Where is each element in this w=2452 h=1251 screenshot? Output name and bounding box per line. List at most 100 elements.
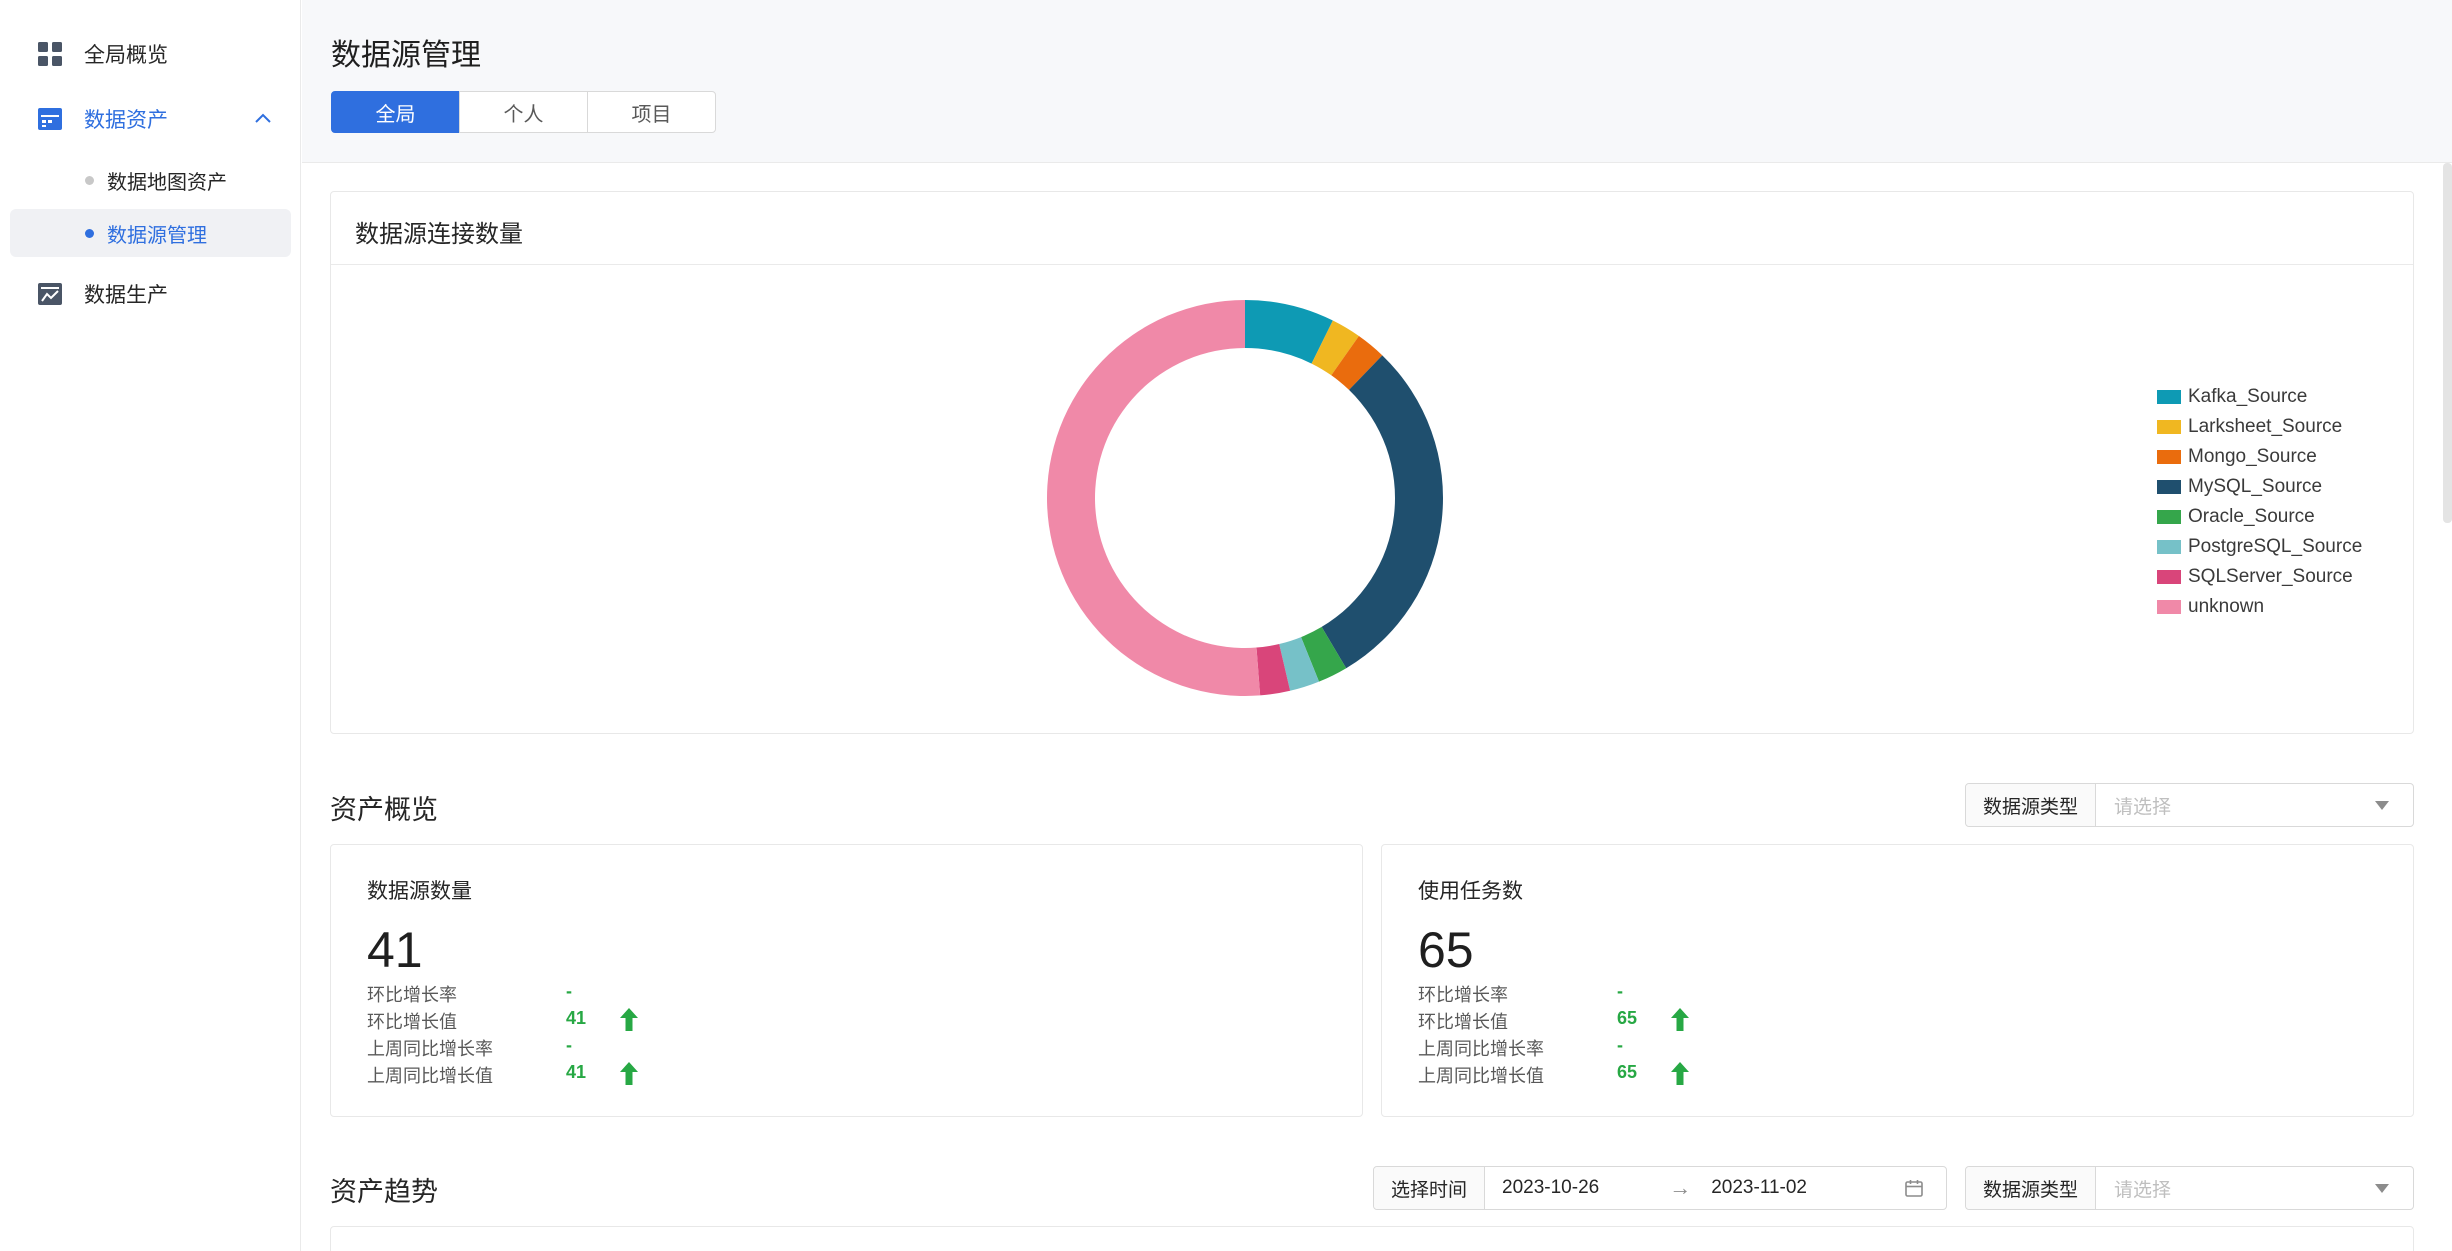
sidebar-subitem-label: 数据地图资产 (107, 171, 227, 194)
stat-row-value: - (566, 1035, 572, 1055)
stat-card-datasource-count: 数据源数量 41 环比增长率 - 环比增长值 41 上周同比增长率 - 上周同比… (330, 844, 1363, 1117)
legend-item[interactable]: PostgreSQL_Source (2157, 532, 2362, 562)
stat-row: 上周同比增长率 - (1418, 1035, 1818, 1062)
legend-item[interactable]: Mongo_Source (2157, 442, 2362, 472)
stat-row: 上周同比增长值 65 (1418, 1062, 1818, 1089)
arrow-up-icon (620, 1008, 638, 1031)
sidebar-subitem-datasource-management[interactable]: 数据源管理 (10, 209, 291, 257)
stat-value: 41 (367, 922, 423, 978)
legend-label: Mongo_Source (2188, 446, 2317, 467)
legend-item[interactable]: Oracle_Source (2157, 502, 2362, 532)
stat-row-label: 上周同比增长率 (367, 1039, 493, 1059)
donut-slice-unknown[interactable] (1047, 300, 1261, 696)
legend-label: Kafka_Source (2188, 386, 2308, 407)
select-placeholder: 请选择 (2114, 1179, 2172, 1201)
stat-row: 环比增长率 - (367, 981, 767, 1008)
legend-label: SQLServer_Source (2188, 566, 2353, 587)
scope-tabs: 全局 个人 项目 (331, 91, 716, 133)
tab-project[interactable]: 项目 (587, 91, 716, 133)
date-range-picker[interactable]: 选择时间 2023-10-26 → 2023-11-02 (1373, 1166, 1947, 1210)
page-title: 数据源管理 (331, 39, 481, 72)
tab-personal[interactable]: 个人 (459, 91, 588, 133)
legend-label: MySQL_Source (2188, 476, 2323, 497)
bullet-dot (85, 228, 94, 238)
trend-section-title: 资产趋势 (330, 1177, 438, 1207)
page-header: 数据源管理 全局 个人 项目 (302, 0, 2452, 163)
stat-row-value: 41 (566, 1008, 587, 1028)
overview-datasource-type-select[interactable]: 数据源类型 请选择 (1965, 783, 2414, 827)
legend-item[interactable]: Kafka_Source (2157, 382, 2362, 412)
stat-row-label: 上周同比增长率 (1418, 1039, 1544, 1059)
stat-title: 数据源数量 (367, 880, 472, 903)
legend-swatch (2157, 510, 2181, 524)
caret-down-icon (2375, 800, 2389, 810)
vertical-scrollbar[interactable] (2443, 163, 2452, 523)
legend-swatch (2157, 390, 2181, 404)
sidebar-item-label: 全局概览 (84, 44, 168, 67)
stat-row-label: 环比增长率 (1418, 985, 1508, 1005)
legend-label: PostgreSQL_Source (2188, 536, 2363, 557)
arrow-right-icon: → (1669, 1175, 1692, 1200)
legend-item[interactable]: MySQL_Source (2157, 472, 2362, 502)
trend-chart-card (330, 1226, 2414, 1251)
overview-section-title: 资产概览 (330, 795, 438, 825)
stat-row-label: 上周同比增长值 (367, 1066, 493, 1086)
arrow-up-icon (620, 1062, 638, 1085)
stat-row-label: 环比增长率 (367, 985, 457, 1005)
legend-item[interactable]: unknown (2157, 592, 2362, 622)
datasource-connections-card: 数据源连接数量 Kafka_Source Larksheet_Source Mong… (330, 191, 2414, 734)
stat-row: 环比增长值 41 (367, 1008, 767, 1035)
legend-swatch (2157, 540, 2181, 554)
select-label: 数据源类型 (1966, 784, 2097, 826)
stat-row-value: - (1617, 1035, 1623, 1055)
data-production-icon (38, 283, 62, 305)
stat-row-value: 65 (1617, 1008, 1638, 1028)
data-asset-icon (38, 108, 62, 130)
stat-row: 环比增长率 - (1418, 981, 1818, 1008)
legend-label: Oracle_Source (2188, 506, 2315, 527)
legend-swatch (2157, 600, 2181, 614)
stat-row-value: - (566, 981, 572, 1001)
sidebar-subitem-label: 数据源管理 (107, 224, 207, 247)
start-date-input[interactable]: 2023-10-26 (1502, 1177, 1599, 1199)
legend-item[interactable]: Larksheet_Source (2157, 412, 2362, 442)
dashboard-grid-icon (38, 42, 62, 66)
stat-row: 上周同比增长率 - (367, 1035, 767, 1062)
stat-row-label: 环比增长值 (1418, 1012, 1508, 1032)
stat-title: 使用任务数 (1418, 880, 1523, 903)
legend-swatch (2157, 570, 2181, 584)
legend-label: Larksheet_Source (2188, 416, 2343, 437)
legend-swatch (2157, 480, 2181, 494)
sidebar: 全局概览 数据资产 数据地图资产 数据源管理 数据生产 (0, 0, 301, 1251)
sidebar-item-global-overview[interactable]: 全局概览 (0, 29, 301, 79)
chevron-up-icon[interactable] (252, 108, 274, 130)
donut-chart (1047, 300, 1444, 696)
stat-row-value: 65 (1617, 1062, 1638, 1082)
donut-slice-mysql-source[interactable] (1321, 355, 1444, 669)
stat-row-label: 上周同比增长值 (1418, 1066, 1544, 1086)
calendar-icon[interactable] (1904, 1178, 1924, 1198)
chart-legend: Kafka_Source Larksheet_Source Mongo_Source… (2157, 382, 2362, 622)
trend-datasource-type-select[interactable]: 数据源类型 请选择 (1965, 1166, 2414, 1210)
caret-down-icon (2375, 1183, 2389, 1193)
sidebar-item-data-assets[interactable]: 数据资产 (0, 94, 301, 144)
bullet-dot (85, 175, 94, 185)
sidebar-item-label: 数据生产 (84, 284, 168, 307)
end-date-input[interactable]: 2023-11-02 (1711, 1177, 1807, 1199)
select-label: 数据源类型 (1966, 1167, 2097, 1209)
stat-row-value: 41 (566, 1062, 587, 1082)
legend-swatch (2157, 420, 2181, 434)
arrow-up-icon (1671, 1062, 1689, 1085)
sidebar-subitem-data-map-assets[interactable]: 数据地图资产 (10, 156, 291, 204)
sidebar-item-data-production[interactable]: 数据生产 (0, 269, 301, 319)
date-range-label: 选择时间 (1374, 1167, 1486, 1209)
stat-row: 环比增长值 65 (1418, 1008, 1818, 1035)
sidebar-item-label: 数据资产 (84, 109, 168, 132)
stat-row-value: - (1617, 981, 1623, 1001)
legend-swatch (2157, 450, 2181, 464)
tab-global[interactable]: 全局 (331, 91, 460, 133)
stat-value: 65 (1418, 922, 1474, 978)
legend-item[interactable]: SQLServer_Source (2157, 562, 2362, 592)
stat-card-task-count: 使用任务数 65 环比增长率 - 环比增长值 65 上周同比增长率 - 上周同比… (1381, 844, 2414, 1117)
stat-row: 上周同比增长值 41 (367, 1062, 767, 1089)
